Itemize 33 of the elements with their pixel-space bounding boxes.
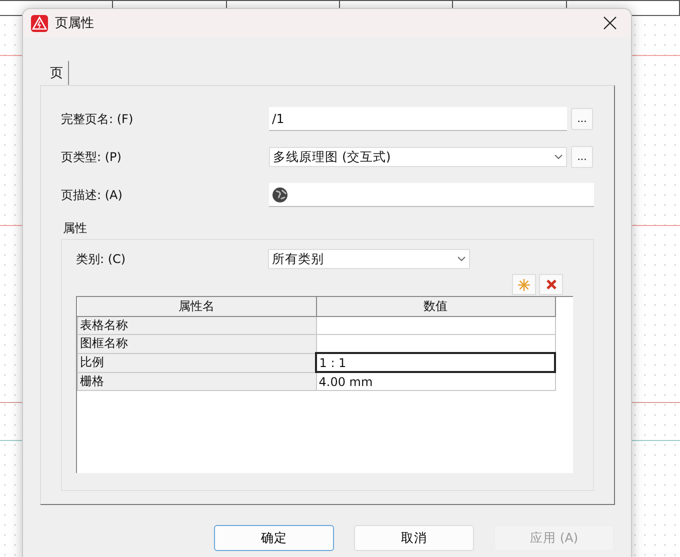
column-header: 数值 [316,297,555,316]
table-cell[interactable] [316,316,555,334]
table-cell: 比例 [78,353,316,372]
asterisk-icon [518,278,530,290]
close-icon[interactable] [603,16,617,30]
dropdown-caret-icon [554,154,563,160]
field-label: 类别: (C) [76,250,127,268]
dropdown-caret-icon [457,256,466,262]
globe-icon [272,186,288,202]
table-cell[interactable]: 1 : 1 [316,353,555,372]
category-dropdown[interactable]: 所有类别 [268,249,470,269]
page-type-dropdown[interactable]: 多线原理图 (交互式) [269,147,567,167]
table-cell: 栅格 [78,372,316,390]
page-name-field[interactable]: /1 [269,107,567,131]
group-title: 属性 [63,220,88,237]
delete-icon [546,279,556,290]
dropdown-value: 多线原理图 (交互式) [273,148,391,166]
table-cell: 图框名称 [78,334,316,353]
page-description-field[interactable] [269,183,594,207]
browse-button[interactable]: ... [571,146,593,168]
field-label: 页描述: (A) [61,186,124,204]
app-logo-icon [31,14,48,32]
dialog-button[interactable]: 确定 [214,525,334,551]
table-cell: 表格名称 [78,316,316,334]
window-title: 页属性 [55,15,95,32]
delete-button[interactable] [539,274,563,295]
column-header: 属性名 [78,297,316,316]
field-label: 页类型: (P) [61,148,122,166]
dialog-button[interactable]: 取消 [354,525,474,551]
browse-button[interactable]: ... [571,108,593,130]
field-label: 完整页名: (F) [61,110,134,128]
dropdown-value: 所有类别 [272,250,324,268]
table-cell[interactable]: 4.00 mm [316,372,555,390]
